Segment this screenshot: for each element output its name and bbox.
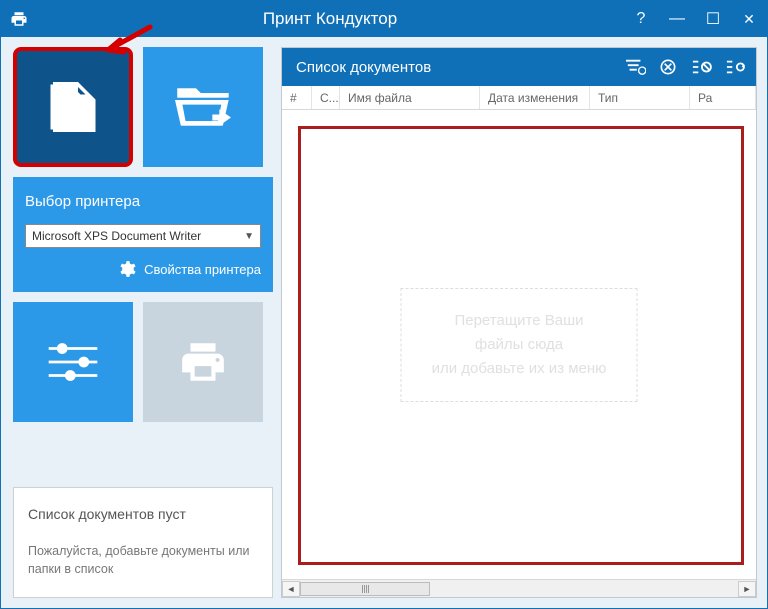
close-button[interactable]: ✕: [731, 1, 767, 37]
sidebar: Выбор принтера Microsoft XPS Document Wr…: [1, 37, 273, 608]
maximize-button[interactable]: ☐: [695, 1, 731, 37]
print-button[interactable]: [143, 302, 263, 422]
drop-area[interactable]: Перетащите Ваши файлы сюда или добавьте …: [282, 110, 756, 579]
app-print-icon: [1, 10, 37, 28]
clear-button[interactable]: [690, 58, 712, 76]
remove-icon: [658, 58, 678, 76]
help-button[interactable]: ?: [623, 1, 659, 37]
status-panel: Список документов пуст Пожалуйста, добав…: [13, 487, 273, 599]
scroll-right-button[interactable]: ►: [738, 581, 756, 597]
chevron-down-icon: ▼: [244, 231, 254, 242]
remove-button[interactable]: [658, 58, 678, 76]
col-filename[interactable]: Имя файла: [340, 86, 480, 109]
titlebar: Принт Кондуктор ? — ☐ ✕: [1, 1, 767, 37]
printer-panel: Выбор принтера Microsoft XPS Document Wr…: [13, 177, 273, 292]
gear-icon: [118, 260, 136, 278]
add-files-icon: [43, 77, 103, 137]
col-number[interactable]: #: [282, 86, 312, 109]
folder-icon: [175, 83, 231, 131]
printer-icon: [176, 337, 230, 387]
scroll-left-button[interactable]: ◄: [282, 581, 300, 597]
drop-hint: Перетащите Ваши файлы сюда или добавьте …: [401, 288, 638, 402]
clear-icon: [690, 58, 712, 76]
filter-button[interactable]: [624, 58, 646, 76]
scroll-thumb[interactable]: [300, 582, 430, 596]
col-size[interactable]: Ра: [690, 86, 756, 109]
filter-icon: [624, 58, 646, 76]
printer-panel-title: Выбор принтера: [25, 193, 261, 210]
column-headers: # С... Имя файла Дата изменения Тип Ра: [282, 86, 756, 110]
add-folder-button[interactable]: [143, 47, 263, 167]
refresh-button[interactable]: [724, 58, 746, 76]
col-type[interactable]: Тип: [590, 86, 690, 109]
col-date[interactable]: Дата изменения: [480, 86, 590, 109]
document-list-title: Список документов: [296, 59, 431, 76]
app-title: Принт Кондуктор: [37, 9, 623, 29]
horizontal-scrollbar[interactable]: ◄ ►: [282, 579, 756, 597]
scroll-track[interactable]: [300, 581, 738, 597]
refresh-icon: [724, 58, 746, 76]
settings-button[interactable]: [13, 302, 133, 422]
document-list-panel: Список документов #: [281, 47, 757, 598]
status-text: Пожалуйста, добавьте документы или папки…: [28, 542, 258, 580]
col-status[interactable]: С...: [312, 86, 340, 109]
printer-select-value: Microsoft XPS Document Writer: [32, 229, 201, 243]
printer-properties-button[interactable]: Свойства принтера: [25, 260, 261, 278]
add-files-button[interactable]: [13, 47, 133, 167]
printer-properties-label: Свойства принтера: [144, 262, 261, 277]
minimize-button[interactable]: —: [659, 1, 695, 37]
status-title: Список документов пуст: [28, 506, 258, 522]
printer-select[interactable]: Microsoft XPS Document Writer ▼: [25, 224, 261, 248]
sliders-icon: [46, 341, 100, 383]
